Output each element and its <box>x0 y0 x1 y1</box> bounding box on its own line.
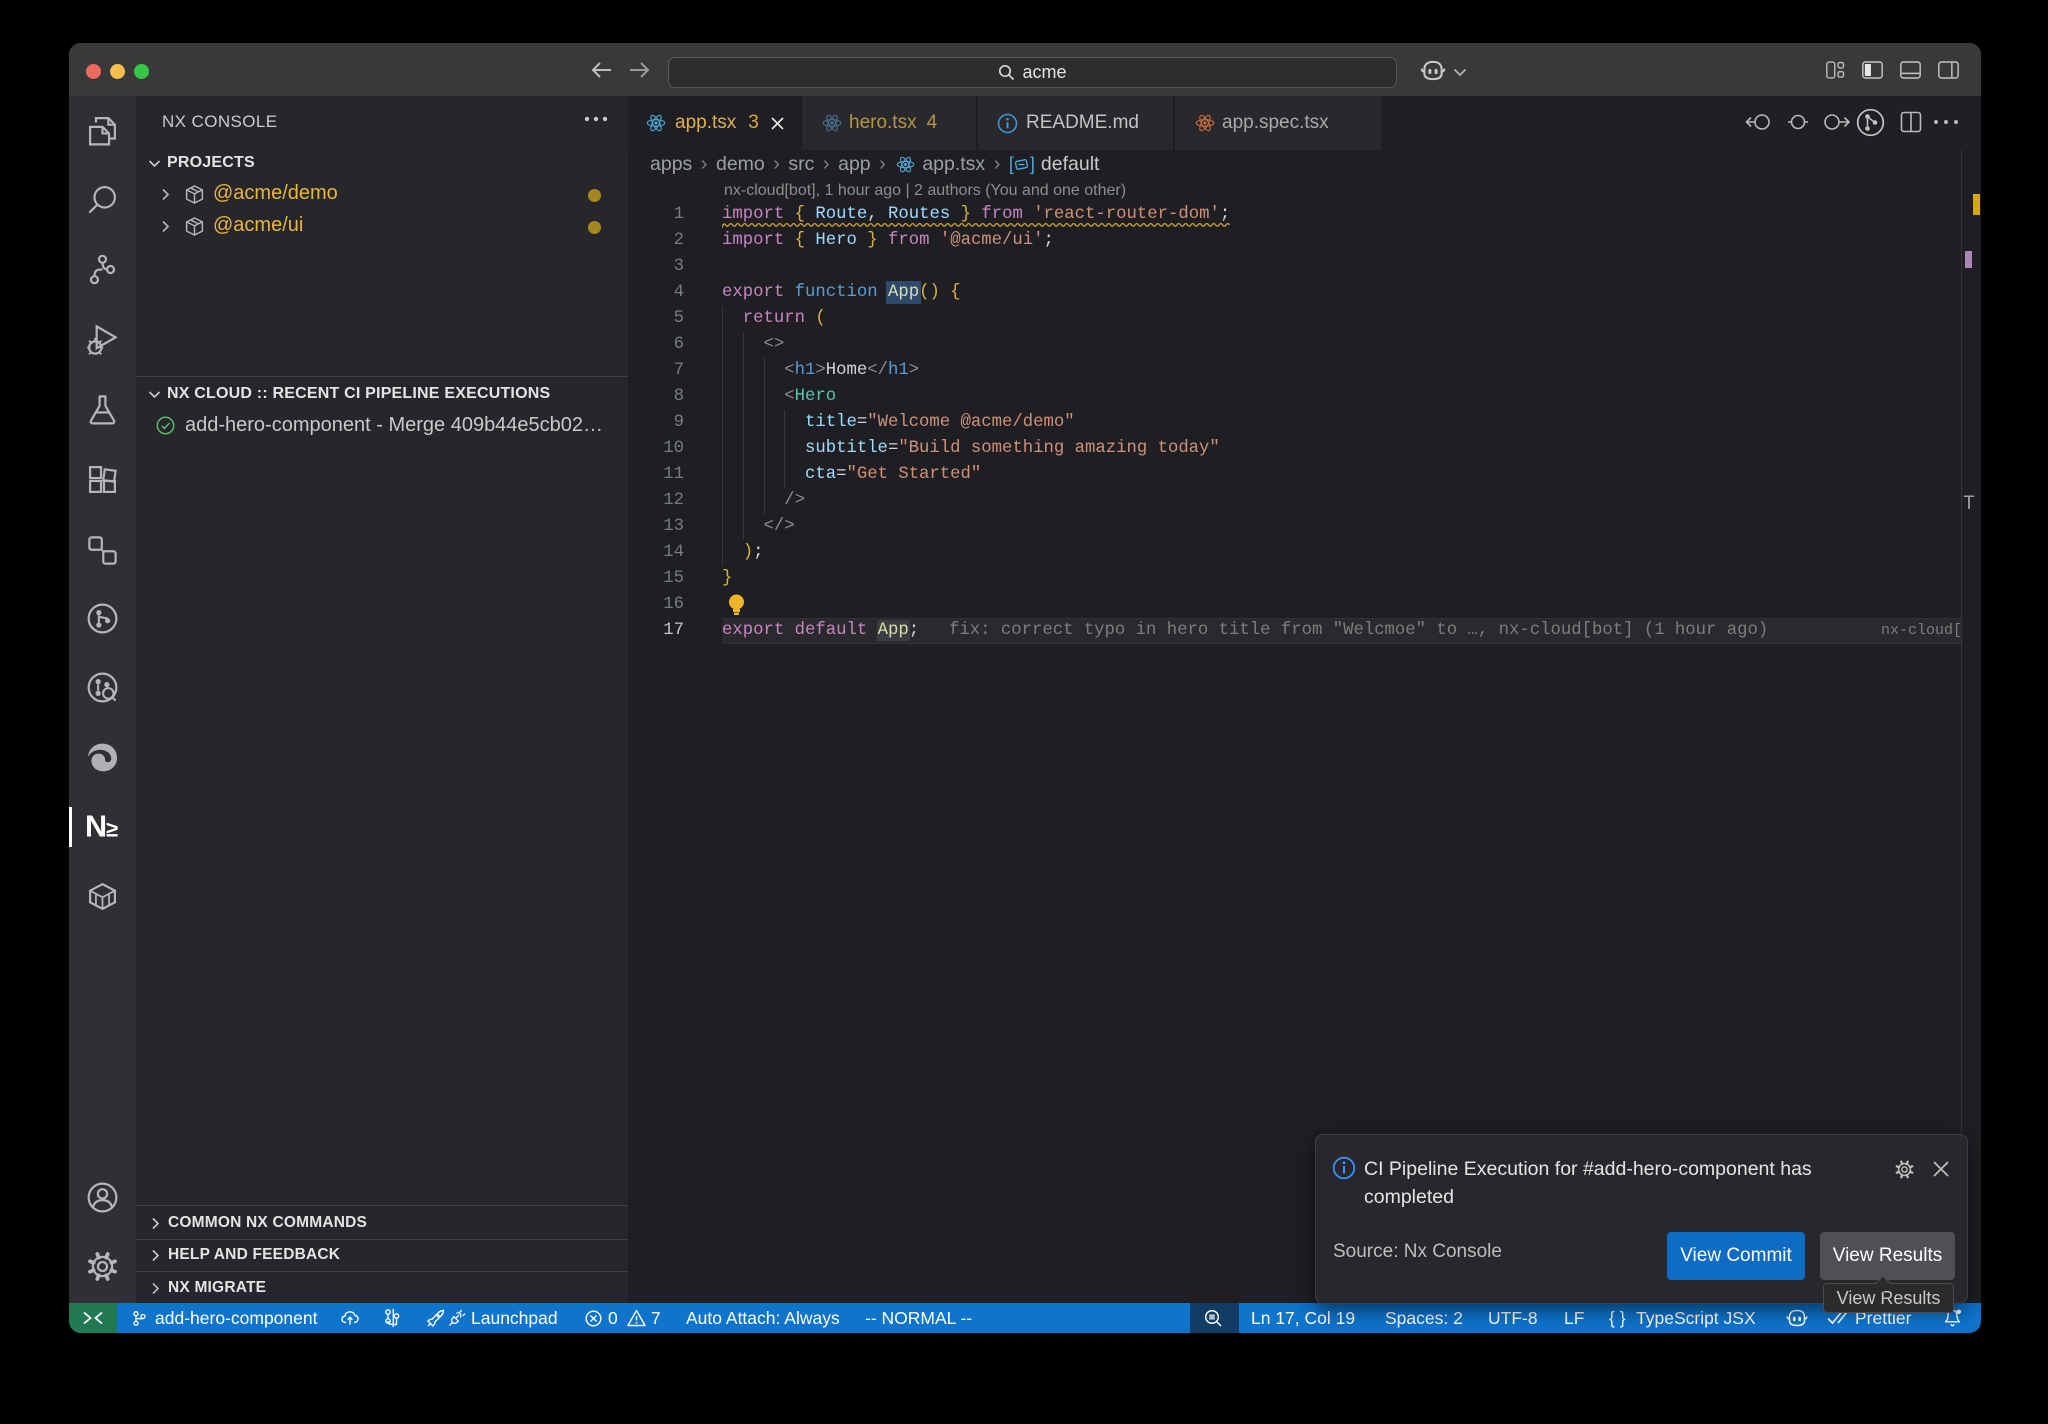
svg-text:≥: ≥ <box>106 817 118 842</box>
svg-text:N: N <box>85 810 107 844</box>
